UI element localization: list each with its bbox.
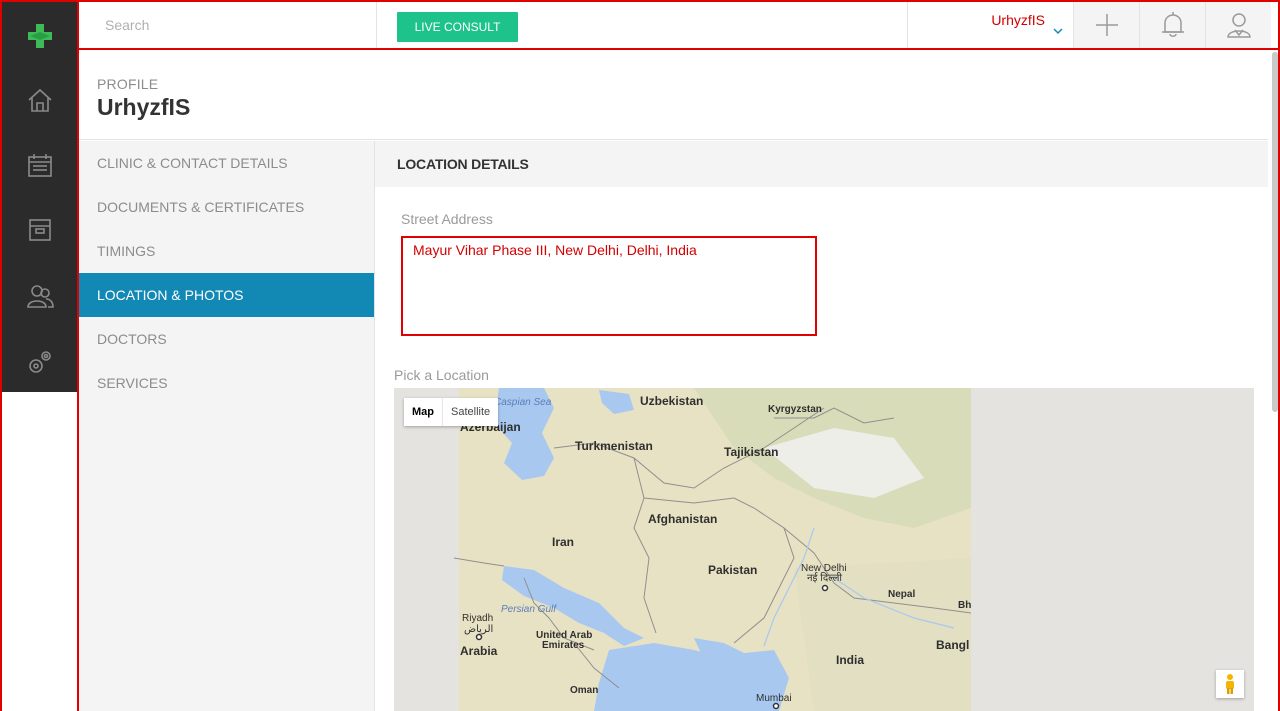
rail-border — [77, 2, 79, 711]
settings-gear-icon[interactable] — [24, 346, 56, 378]
patients-icon[interactable] — [24, 280, 56, 312]
map-label-caspian: Caspian Sea — [494, 397, 552, 408]
sidebar-item-clinic-contact[interactable]: CLINIC & CONTACT DETAILS — [79, 141, 374, 185]
map-type-toggle: Map Satellite — [404, 398, 499, 426]
map-label-riyadh-arabic: الرياض — [464, 624, 493, 635]
sidebar-item-documents[interactable]: DOCUMENTS & CERTIFICATES — [79, 185, 374, 229]
map-label-new-delhi-hindi: नई दिल्ली — [807, 572, 842, 584]
map-label-india: India — [836, 653, 864, 667]
top-bar: Search LIVE CONSULT UrhyzfIS — [79, 2, 1278, 50]
street-view-pegman-icon[interactable] — [1216, 670, 1244, 698]
calendar-icon[interactable] — [24, 149, 56, 181]
user-menu[interactable]: UrhyzfIS — [907, 2, 1073, 48]
map-label-turkmenistan: Turkmenistan — [575, 439, 653, 453]
section-title: LOCATION DETAILS — [375, 141, 1268, 187]
section-label: PROFILE — [97, 76, 159, 92]
sidebar-item-location-photos[interactable]: LOCATION & PHOTOS — [79, 273, 374, 317]
chevron-down-icon — [1053, 22, 1063, 40]
satellite-view-button[interactable]: Satellite — [443, 398, 498, 426]
search-placeholder: Search — [105, 17, 150, 33]
street-address-textarea[interactable]: Mayur Vihar Phase III, New Delhi, Delhi,… — [401, 236, 817, 336]
sidebar-item-timings[interactable]: TIMINGS — [79, 229, 374, 273]
map-label-arabia: Arabia — [460, 644, 498, 658]
map-label-uae-line2: Emirates — [542, 640, 585, 651]
live-consult-button[interactable]: LIVE CONSULT — [397, 12, 518, 42]
page-title: UrhyzfIS — [97, 94, 191, 120]
map-label-tajikistan: Tajikistan — [724, 445, 778, 459]
icon-rail — [2, 2, 78, 392]
map-tiles: Caspian Sea Uzbekistan Kyrgyzstan Azerba… — [394, 388, 1254, 711]
page-scrollbar[interactable] — [1272, 52, 1278, 412]
map-label-oman: Oman — [570, 685, 598, 696]
doctor-profile-icon[interactable] — [1205, 2, 1271, 48]
map-label-riyadh: Riyadh — [462, 613, 493, 624]
map-label-persian-gulf: Persian Gulf — [501, 604, 557, 615]
map-label-uzbekistan: Uzbekistan — [640, 394, 703, 408]
map-label-afghanistan: Afghanistan — [648, 512, 717, 526]
pick-location-label: Pick a Location — [394, 367, 489, 383]
map-label-kyrgyzstan: Kyrgyzstan — [768, 404, 822, 415]
profile-header: PROFILE UrhyzfIS — [79, 52, 1268, 140]
sidebar-item-services[interactable]: SERVICES — [79, 361, 374, 405]
notifications-bell-icon[interactable] — [1139, 2, 1205, 48]
map-label-bhutan: Bh — [958, 600, 971, 611]
sidebar-item-doctors[interactable]: DOCTORS — [79, 317, 374, 361]
home-icon[interactable] — [24, 84, 56, 116]
map-label-pakistan: Pakistan — [708, 563, 757, 577]
street-address-label: Street Address — [401, 211, 493, 227]
map-label-nepal: Nepal — [888, 589, 915, 600]
add-icon[interactable] — [1073, 2, 1139, 48]
map-view-button[interactable]: Map — [404, 398, 443, 426]
location-map[interactable]: Map Satellite Caspian Sea Uzbekistan Kyr… — [394, 388, 1254, 711]
search-input[interactable]: Search — [79, 2, 377, 48]
user-name: UrhyzfIS — [991, 12, 1045, 28]
map-label-iran: Iran — [552, 535, 574, 549]
location-details-panel: LOCATION DETAILS Street Address Mayur Vi… — [375, 141, 1268, 711]
map-label-mumbai: Mumbai — [756, 693, 792, 704]
map-label-bangladesh: Bangl — [936, 638, 969, 652]
archive-icon[interactable] — [24, 214, 56, 246]
profile-sidebar: CLINIC & CONTACT DETAILS DOCUMENTS & CER… — [79, 141, 375, 711]
app-logo-icon[interactable] — [26, 22, 54, 50]
